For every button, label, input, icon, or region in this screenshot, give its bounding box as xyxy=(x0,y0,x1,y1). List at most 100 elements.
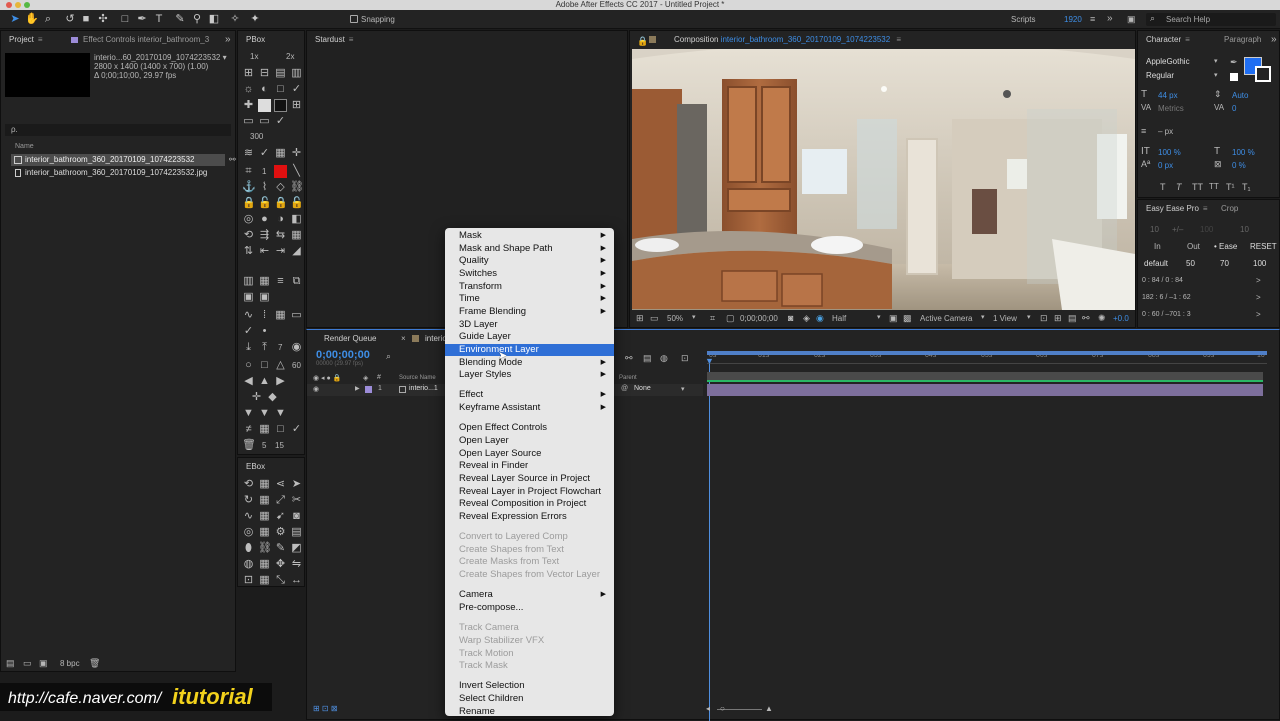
menu-item-keyframe-assistant[interactable]: Keyframe Assistant ▶ xyxy=(445,402,614,415)
circle-icon[interactable]: ● xyxy=(258,213,271,226)
show-snapshot-icon[interactable]: ◈ xyxy=(803,313,810,324)
circle-outline-icon[interactable]: ○ xyxy=(242,359,255,372)
always-preview-icon[interactable]: ⊞ xyxy=(636,313,644,324)
pbox-value-15[interactable]: 15 xyxy=(275,441,284,450)
offset-icon[interactable]: ⇥ xyxy=(274,245,287,258)
flowchart-icon[interactable]: ⚯ xyxy=(229,155,236,164)
superscript-button[interactable]: T¹ xyxy=(1226,182,1235,192)
layer-label-color[interactable] xyxy=(365,386,372,393)
small-caps-button[interactable]: TT xyxy=(1209,182,1219,191)
close-window-button[interactable] xyxy=(6,2,12,8)
menu-item-camera[interactable]: Camera ▶ xyxy=(445,589,614,602)
menu-item-reveal-expression-errors[interactable]: Reveal Expression Errors xyxy=(445,511,614,524)
workspace-menu-icon[interactable]: ≡ xyxy=(1090,14,1095,24)
chevron-down-icon[interactable]: ▾ xyxy=(1214,57,1218,65)
resize-icon[interactable]: ⤡ xyxy=(274,574,287,587)
pen-tool-icon[interactable]: ✒ xyxy=(136,13,148,25)
clone-stamp-tool-icon[interactable]: ⚲ xyxy=(191,13,203,25)
draft-3d-icon[interactable]: ▤ xyxy=(643,353,652,364)
menu-item-open-layer[interactable]: Open Layer xyxy=(445,435,614,448)
sync-settings-icon[interactable]: ▣ xyxy=(1127,14,1136,25)
loop-icon[interactable]: ⟲ xyxy=(242,229,255,242)
new-composition-icon[interactable]: ▣ xyxy=(39,658,48,669)
zoom-window-button[interactable] xyxy=(24,2,30,8)
region-of-interest-icon[interactable]: ▣ xyxy=(889,313,898,324)
aperture-icon[interactable]: ◉ xyxy=(290,341,303,354)
triangle-down-icon[interactable]: ▼ xyxy=(274,407,287,420)
grid-icon[interactable]: ▦ xyxy=(258,574,271,587)
trash-icon[interactable]: 🗑 xyxy=(242,439,256,452)
menu-item-open-layer-source[interactable]: Open Layer Source xyxy=(445,448,614,461)
vertical-scale-value[interactable]: 100 % xyxy=(1158,148,1181,157)
flip-icon[interactable]: ⇋ xyxy=(290,558,303,571)
stroke-width-value[interactable]: – px xyxy=(1158,127,1173,136)
anchor-icon[interactable]: ⚓ xyxy=(242,181,256,194)
mask-visibility-icon[interactable]: ▢ xyxy=(726,313,735,324)
grid-icon[interactable]: ▦ xyxy=(258,510,271,523)
layers-icon[interactable]: ≋ xyxy=(242,147,255,160)
menu-item-effect[interactable]: Effect ▶ xyxy=(445,389,614,402)
new-folder-icon[interactable]: ▭ xyxy=(23,658,32,669)
offset-icon[interactable]: ⇤ xyxy=(258,245,271,258)
layer-icon[interactable]: ▤ xyxy=(274,67,287,80)
camera-tool-icon[interactable]: ■ xyxy=(80,13,92,25)
kerning-value[interactable]: Metrics xyxy=(1158,104,1184,113)
triangle-down-icon[interactable]: ▼ xyxy=(258,407,271,420)
baseline-shift-value[interactable]: 0 px xyxy=(1158,161,1173,170)
half-circle-icon[interactable]: ◑ xyxy=(274,213,287,226)
move-icon[interactable]: ✥ xyxy=(274,558,287,571)
pbox-value-60[interactable]: 60 xyxy=(292,361,301,370)
box-icon[interactable]: ▭ xyxy=(242,115,255,128)
lock-icon[interactable]: 🔒 xyxy=(242,197,256,210)
zoom-out-icon[interactable]: ◂ xyxy=(706,704,710,713)
check-icon[interactable]: ✓ xyxy=(258,147,271,160)
check-icon[interactable]: ✓ xyxy=(274,115,287,128)
tab-project[interactable]: Project ≡ xyxy=(9,31,43,49)
search-help-field[interactable]: ⌕ Search Help xyxy=(1146,13,1276,26)
check-icon[interactable]: ✓ xyxy=(290,423,303,436)
select-icon[interactable]: ⊡ xyxy=(242,574,255,587)
chevron-down-icon[interactable]: ▾ xyxy=(1027,313,1031,321)
project-item-row[interactable]: interior_bathroom_360_20170109_107422353… xyxy=(11,154,225,166)
layer-icon[interactable]: ▤ xyxy=(290,526,303,539)
ease-param-3[interactable]: 100 xyxy=(1253,259,1266,268)
frames-icon[interactable]: ▣ xyxy=(242,291,255,304)
expand-layer-icon[interactable]: ▶ xyxy=(355,385,360,392)
tab-paragraph[interactable]: Paragraph xyxy=(1224,31,1261,49)
download-icon[interactable]: ⤓ xyxy=(242,341,255,354)
ruler-icon[interactable]: ▦ xyxy=(274,147,287,160)
parent-select[interactable]: None xyxy=(634,385,651,392)
stardust-title[interactable]: Stardust ≡ xyxy=(315,31,353,49)
timeline-icon[interactable]: ▤ xyxy=(1068,313,1077,324)
white-swatch[interactable] xyxy=(1230,73,1238,81)
link-icon[interactable]: ⛓ xyxy=(290,181,304,194)
menu-item-layer-styles[interactable]: Layer Styles ▶ xyxy=(445,369,614,382)
equals-icon[interactable]: ≠ xyxy=(242,423,255,436)
motion-blur-icon[interactable]: ◍ xyxy=(660,353,668,364)
path-icon[interactable]: ⌇ xyxy=(258,181,271,194)
roto-brush-tool-icon[interactable]: ✧ xyxy=(229,13,241,25)
project-search-input[interactable]: ρ. xyxy=(5,124,231,136)
more-workspaces-icon[interactable]: » xyxy=(1107,13,1113,24)
lock-icon[interactable]: 🔒 xyxy=(637,36,648,47)
tool-icon[interactable]: ⚙ xyxy=(274,526,287,539)
triangle-up-icon[interactable]: ▲ xyxy=(258,375,271,388)
horizontal-scale-value[interactable]: 100 % xyxy=(1232,148,1255,157)
menu-item-transform[interactable]: Transform ▶ xyxy=(445,281,614,294)
sun-icon[interactable]: ☼ xyxy=(242,83,255,96)
tab-character[interactable]: Character ≡ xyxy=(1146,31,1190,49)
scripts-label[interactable]: Scripts xyxy=(1011,15,1035,24)
refresh-icon[interactable]: ↻ xyxy=(242,494,255,507)
menu-item-pre-compose[interactable]: Pre-compose... xyxy=(445,602,614,615)
menu-item-reveal-in-finder[interactable]: Reveal in Finder xyxy=(445,460,614,473)
circle-icon[interactable]: ◍ xyxy=(242,558,255,571)
arrow-icon[interactable]: ➹ xyxy=(274,510,287,523)
search-icon[interactable]: ⌕ xyxy=(386,351,391,362)
check-icon[interactable]: ✓ xyxy=(290,83,303,96)
workspace-name[interactable]: 1920 xyxy=(1064,15,1082,24)
reset-button[interactable]: RESET xyxy=(1250,242,1277,251)
pin-icon[interactable]: ⬮ xyxy=(242,542,255,555)
zoom-in-icon[interactable]: ▲ xyxy=(765,704,773,713)
tool-icon[interactable]: ✂ xyxy=(290,494,303,507)
panel-overflow-icon[interactable]: » xyxy=(1271,34,1277,45)
